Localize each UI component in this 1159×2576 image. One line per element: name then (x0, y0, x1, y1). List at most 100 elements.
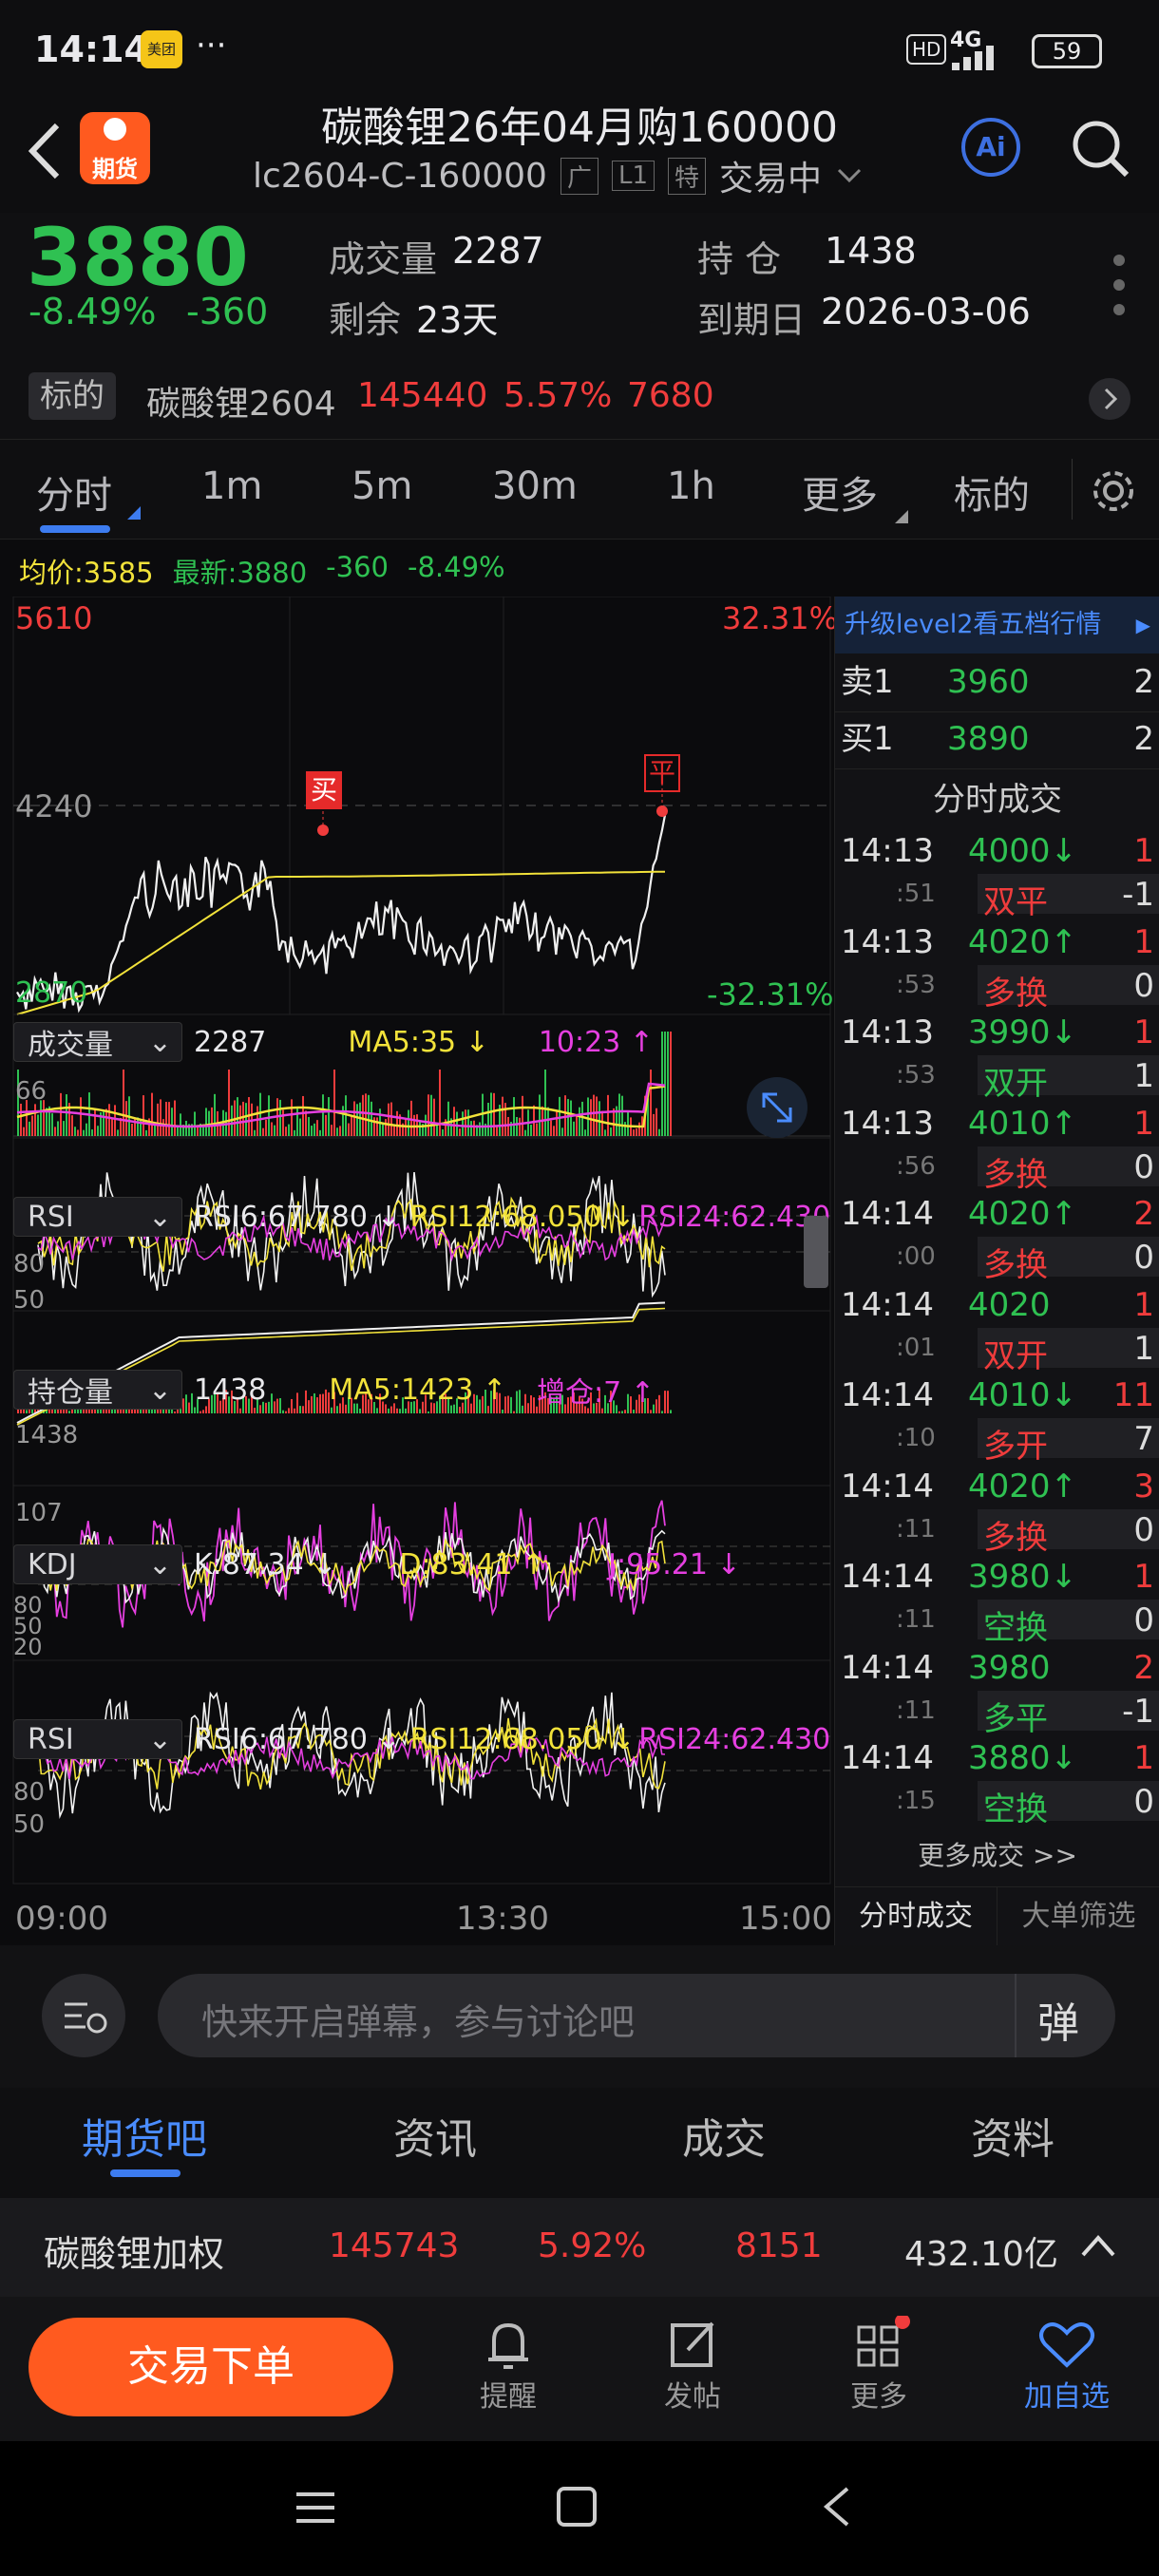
open-interest-add: 增仓:7 ↑ (536, 1376, 655, 1410)
tab-30m[interactable]: 30m (492, 464, 578, 508)
danmu-settings-button[interactable] (42, 1974, 125, 2057)
chevron-down-icon[interactable] (835, 166, 864, 185)
rsi-select-label-2: RSI (28, 1722, 74, 1756)
buy-marker[interactable]: 买 (306, 771, 342, 809)
rsi2-level-50: 50 (13, 1810, 46, 1839)
expiry-label: 到期日 (697, 299, 807, 341)
tab-1m[interactable]: 1m (201, 464, 262, 508)
trade-seconds: :11 (896, 1514, 936, 1544)
volume-select[interactable]: 成交量 ⌄ (13, 1022, 182, 1062)
y-axis-top: 5610 (15, 600, 93, 636)
comment-input[interactable]: 快来开启弹幕，参与讨论吧 弹 (158, 1974, 1115, 2057)
rsi-select-2[interactable]: RSI ⌄ (13, 1719, 182, 1759)
trade-time: 14:14 (841, 1467, 934, 1506)
tab-1h[interactable]: 1h (667, 464, 715, 508)
kdj-select[interactable]: KDJ ⌄ (13, 1544, 182, 1584)
trade-qty: 1 (1133, 1013, 1154, 1051)
price-chart (13, 597, 830, 1015)
trade-time: 14:14 (841, 1195, 934, 1233)
tab-info[interactable]: 资料 (971, 2105, 1054, 2166)
level2-upgrade-banner[interactable]: 升级level2看五档行情 ▶ (835, 597, 1159, 653)
more-button[interactable]: 更多 (836, 2316, 922, 2415)
latest-price: 最新:3880 (172, 557, 308, 589)
back-nav-icon[interactable] (819, 2485, 853, 2529)
tab-underlying[interactable]: 标的 (954, 464, 1030, 520)
rsi-select-label: RSI (28, 1200, 74, 1234)
tag-special: 特 (668, 157, 707, 195)
place-order-button[interactable]: 交易下单 (28, 2318, 393, 2416)
trade-row-detail: :51 双平 -1 (835, 874, 1159, 921)
danmu-toggle[interactable]: 弹 (1037, 1989, 1079, 2050)
back-icon[interactable] (25, 118, 63, 184)
tab-large-orders[interactable]: 大单筛选 (998, 1887, 1159, 1946)
trade-oi: 0 (1133, 1601, 1154, 1639)
meituan-app-icon: 美团 (141, 30, 182, 68)
add-watchlist-label: 加自选 (1024, 2380, 1110, 2414)
tab-news[interactable]: 资讯 (393, 2105, 477, 2166)
rsi2-level-80: 80 (13, 1778, 46, 1807)
ai-button[interactable]: Ai (961, 118, 1020, 177)
more-trades-link[interactable]: 更多成交 >> (835, 1835, 1159, 1873)
trade-row-detail: :10 多开 7 (835, 1418, 1159, 1466)
panel-collapse-handle[interactable] (804, 1216, 828, 1288)
expand-button[interactable] (747, 1077, 808, 1138)
post-button[interactable]: 发帖 (650, 2316, 735, 2415)
tab-time-trades[interactable]: 分时成交 (835, 1887, 998, 1946)
trade-oi: -1 (1122, 1692, 1154, 1731)
trade-price: 3880↓ (968, 1739, 1078, 1777)
system-nav-bar (0, 2441, 1159, 2576)
trade-qty: 3 (1133, 1467, 1154, 1506)
open-interest-top: 1438 (15, 1421, 79, 1449)
chevron-up-icon[interactable] (1079, 2232, 1117, 2261)
tab-more[interactable]: 更多 (802, 464, 878, 520)
trade-qty: 1 (1133, 1285, 1154, 1324)
rsi-header: RSI ⌄ RSI6:67.780 ↓ RSI12:68.050 ↓ RSI24:… (13, 1193, 864, 1241)
trade-price: 4000↓ (968, 832, 1078, 870)
alert-button[interactable]: 提醒 (466, 2316, 551, 2415)
underlying-arrow-button[interactable] (1089, 378, 1130, 420)
trade-price: 4020↑ (968, 1467, 1078, 1506)
comment-bar: 快来开启弹幕，参与讨论吧 弹 (0, 1945, 1159, 2088)
weighted-index-bar[interactable]: 碳酸锂加权 145743 5.92% 8151 432.10亿 (0, 2198, 1159, 2297)
open-interest-select[interactable]: 持仓量 ⌄ (13, 1370, 182, 1410)
rsi24-value: RSI24:62.430 ↓ (638, 1200, 864, 1234)
tab-deals[interactable]: 成交 (682, 2105, 766, 2166)
home-icon[interactable] (555, 2485, 598, 2529)
sell1-label: 卖1 (841, 663, 894, 701)
close-marker[interactable]: 平 (644, 754, 680, 792)
trade-status[interactable]: 交易中 (719, 151, 822, 200)
rsi12-value: RSI12:68.050 ↓ (409, 1200, 636, 1234)
more-vertical-icon[interactable] (1110, 253, 1129, 319)
post-label: 发帖 (664, 2380, 721, 2414)
tab-5m[interactable]: 5m (352, 464, 412, 508)
time-axis-start: 09:00 (15, 1900, 108, 1938)
trade-oi: 1 (1133, 1057, 1154, 1095)
trade-seconds: :53 (896, 970, 936, 999)
trade-qty: 1 (1133, 922, 1154, 961)
menu-icon[interactable] (294, 2487, 336, 2529)
trade-type: 多换 (983, 1155, 1048, 1194)
trade-row: 14:13 4010↑ 1 (835, 1101, 1159, 1146)
trade-price: 3980 (968, 1648, 1051, 1687)
search-icon[interactable] (1070, 118, 1132, 180)
trade-seconds: :15 (896, 1787, 936, 1815)
gear-icon[interactable] (1089, 466, 1138, 516)
trade-qty: 1 (1133, 1739, 1154, 1777)
expiry-value: 2026-03-06 (821, 291, 1031, 332)
trade-seconds: :56 (896, 1151, 936, 1181)
rsi24-value-2: RSI24:62.430 ↓ (638, 1722, 864, 1756)
rsi-select[interactable]: RSI ⌄ (13, 1197, 182, 1237)
trade-row-detail: :01 双开 1 (835, 1327, 1159, 1375)
trade-seconds: :11 (896, 1695, 936, 1725)
open-interest-header: 持仓量 ⌄ 1438 MA5:1423 ↑ 增仓:7 ↑ (13, 1366, 655, 1413)
bottom-content-tabs: 期货吧 资讯 成交 资料 (0, 2088, 1159, 2198)
avg-price: 均价:3585 (19, 557, 154, 589)
corner-triangle-icon (127, 506, 141, 520)
underlying-name[interactable]: 碳酸锂2604 (146, 376, 336, 426)
page-title: 碳酸锂26年04月购160000 (321, 104, 838, 152)
tab-futures-forum[interactable]: 期货吧 (82, 2105, 207, 2166)
trade-seconds: :53 (896, 1061, 936, 1089)
add-watchlist-button[interactable]: 加自选 (1016, 2316, 1117, 2415)
tab-intraday[interactable]: 分时 (36, 464, 112, 520)
trade-type: 双平 (983, 883, 1048, 921)
